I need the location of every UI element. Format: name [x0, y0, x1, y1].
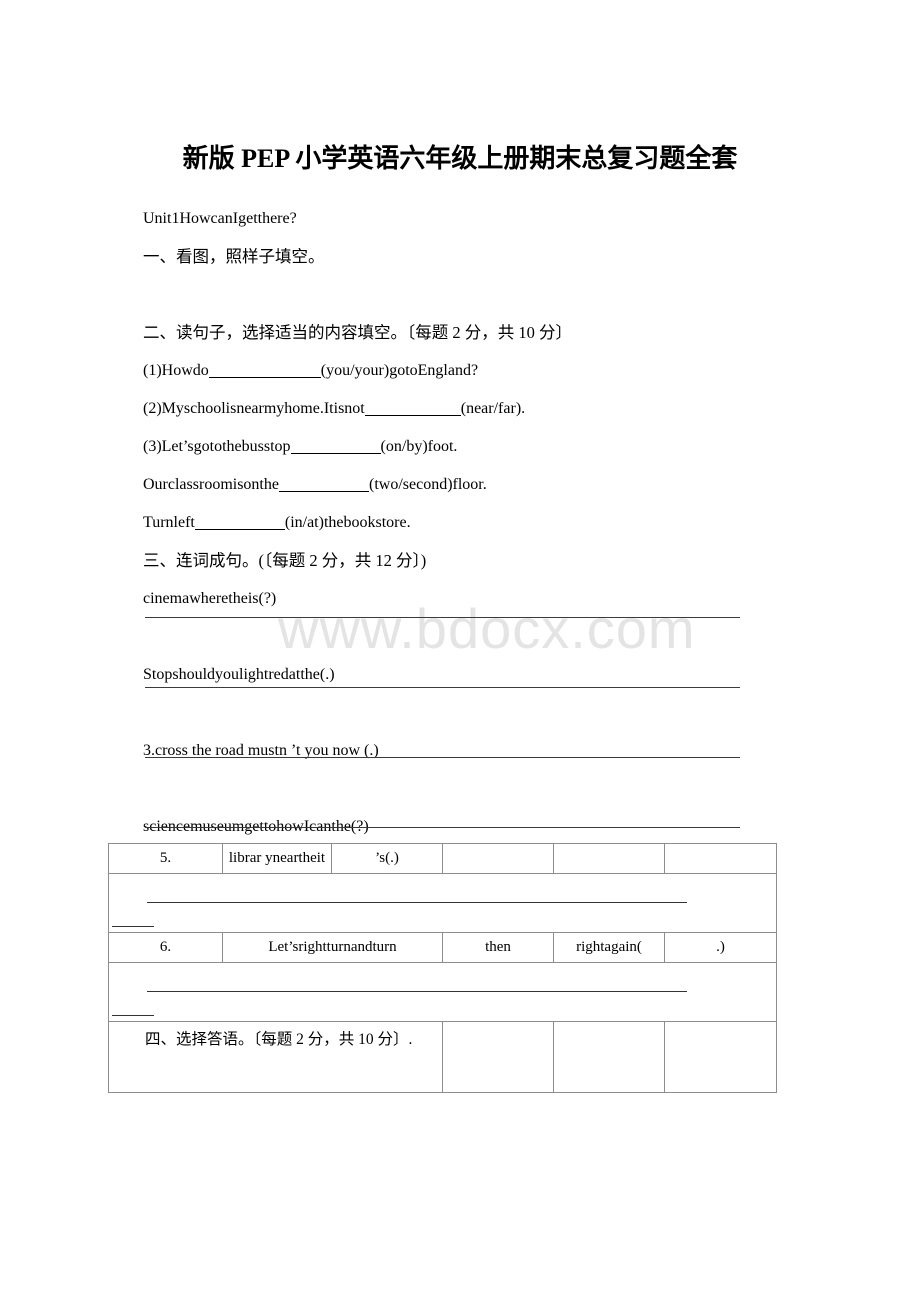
answer-space-1	[143, 618, 783, 656]
table-cell-row5-word2: ’s(.)	[331, 843, 443, 874]
section-heading-three: 三、连词成句。(〔每题 2 分，共 12 分〕)	[143, 550, 427, 570]
spacer-after-section-one	[143, 276, 783, 314]
fill-in-blank-3[interactable]	[290, 440, 381, 454]
table-row	[108, 961, 777, 1022]
document-page: www.bdocx.com 新版 PEP 小学英语六年级上册期末总复习题全套 U…	[0, 0, 920, 1302]
fill-in-item-4-pre: Ourclassroomisonthe	[143, 476, 279, 493]
table-cell-section-four: 四、选择答语。〔每题 2 分，共 10 分〕.	[108, 1020, 443, 1093]
table-cell-row6-word4: .)	[664, 931, 777, 963]
fill-in-item-3: (3)Let’sgotothebusstop (on/by)foot.	[143, 428, 783, 466]
answer-line-3[interactable]	[145, 757, 740, 758]
table-row: 5. librar yneartheit ’s(.)	[108, 843, 777, 874]
answer-line-short[interactable]	[112, 1014, 154, 1016]
table-cell-last-empty3	[664, 1020, 777, 1093]
scramble-item-1: cinemawheretheis(?)	[143, 590, 277, 607]
fill-in-blank-5[interactable]	[194, 516, 285, 530]
unit-heading: Unit1HowcanIgetthere?	[143, 210, 297, 227]
section-heading-two: 二、读句子，选择适当的内容填空。〔每题 2 分，共 10 分〕	[143, 322, 572, 342]
document-body: Unit1HowcanIgetthere? 一、看图，照样子填空。 二、读句子，…	[143, 200, 783, 884]
fill-in-blank-2[interactable]	[364, 402, 461, 416]
question-table: 5. librar yneartheit ’s(.) 6. Let’sright…	[108, 843, 777, 1093]
fill-in-item-3-post: (on/by)foot.	[380, 438, 458, 455]
fill-in-item-2: (2)Myschoolisnearmyhome.Itisnot (near/far…	[143, 390, 783, 428]
answer-area	[109, 963, 776, 1021]
answer-line-short[interactable]	[112, 925, 154, 927]
fill-in-item-5-pre: Turnleft	[143, 514, 195, 531]
fill-in-item-1: (1)Howdo (you/your)gotoEngland?	[143, 352, 783, 390]
table-row	[108, 872, 777, 933]
fill-in-item-2-post: (near/far).	[460, 400, 526, 417]
answer-line-4[interactable]	[145, 827, 740, 828]
fill-in-item-5-post: (in/at)thebookstore.	[284, 514, 411, 531]
fill-in-item-4: Ourclassroomisonthe (two/second)floor.	[143, 466, 783, 504]
fill-in-item-5: Turnleft (in/at)thebookstore.	[143, 504, 783, 542]
answer-line-1[interactable]	[145, 617, 740, 618]
table-cell-last-empty2	[553, 1020, 665, 1093]
table-cell-row5-empty1	[442, 843, 554, 874]
fill-in-blank-1[interactable]	[208, 364, 321, 378]
table-row: 6. Let’srightturnandturn then rightagain…	[108, 931, 777, 963]
section-heading-one: 一、看图，照样子填空。	[143, 246, 325, 266]
fill-in-item-1-pre: (1)Howdo	[143, 362, 209, 379]
table-cell-row6-word3: rightagain(	[553, 931, 665, 963]
scramble-item-2: Stopshouldyoulightredatthe(.)	[143, 666, 335, 683]
answer-space-3	[143, 770, 783, 808]
table-cell-row5-empty3	[664, 843, 777, 874]
answer-line-2[interactable]	[145, 687, 740, 688]
table-row: 四、选择答语。〔每题 2 分，共 10 分〕.	[108, 1020, 777, 1093]
scramble-item-3: 3.cross the road mustn ’t you now (.)	[143, 742, 379, 759]
fill-in-item-2-pre: (2)Myschoolisnearmyhome.Itisnot	[143, 400, 365, 417]
page-title: 新版 PEP 小学英语六年级上册期末总复习题全套	[182, 144, 738, 173]
table-cell-row5-word1: librar yneartheit	[222, 843, 332, 874]
fill-in-item-4-post: (two/second)floor.	[368, 476, 487, 493]
answer-line-long[interactable]	[147, 990, 687, 992]
table-answer-row-6[interactable]	[108, 961, 777, 1022]
table-cell-row5-empty2	[553, 843, 665, 874]
fill-in-blank-4[interactable]	[278, 478, 369, 492]
table-cell-row6-word1: Let’srightturnandturn	[222, 931, 443, 963]
fill-in-item-1-post: (you/your)gotoEngland?	[320, 362, 479, 379]
table-cell-row5-number: 5.	[108, 843, 223, 874]
answer-space-2	[143, 694, 783, 732]
section-heading-four: 四、选择答语。〔每题 2 分，共 10 分〕.	[145, 1030, 413, 1048]
fill-in-item-3-pre: (3)Let’sgotothebusstop	[143, 438, 291, 455]
table-cell-row6-number: 6.	[108, 931, 223, 963]
answer-line-long[interactable]	[147, 901, 687, 903]
table-cell-last-empty1	[442, 1020, 554, 1093]
table-cell-row6-word2: then	[442, 931, 554, 963]
answer-area	[109, 874, 776, 932]
table-answer-row-5[interactable]	[108, 872, 777, 933]
